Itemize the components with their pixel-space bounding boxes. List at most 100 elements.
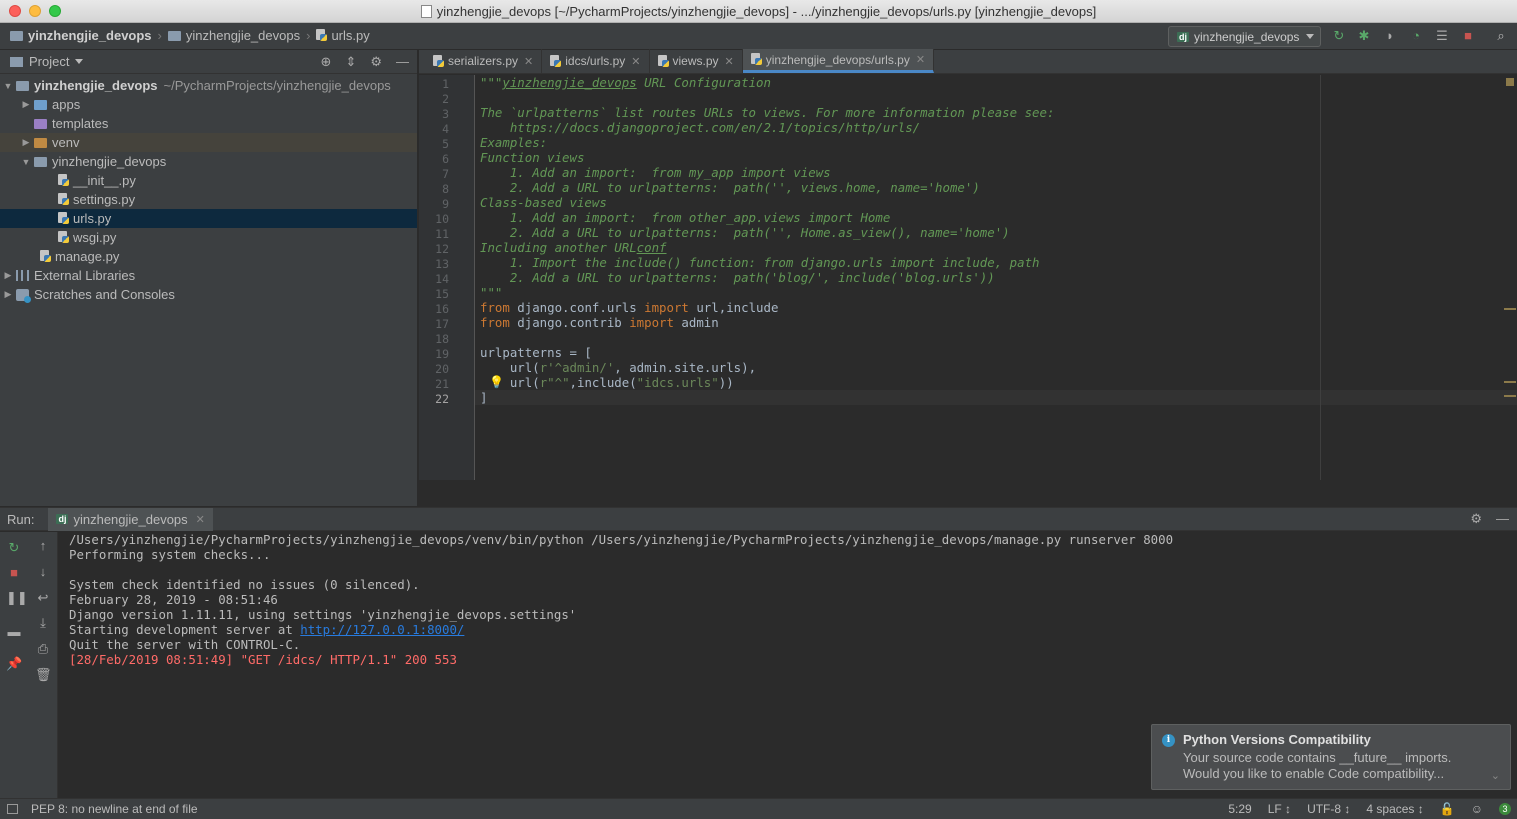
tree-item-label: wsgi.py <box>73 230 117 245</box>
tab-serializers[interactable]: serializers.py ✕ <box>425 49 543 73</box>
line-number: 7 <box>442 167 449 181</box>
chevron-down-icon[interactable]: ⌄ <box>1491 769 1500 782</box>
print-icon[interactable]: ⎙ <box>35 641 51 657</box>
run-configuration-select[interactable]: dj yinzhengjie_devops <box>1168 26 1321 47</box>
line-number: 9 <box>442 197 449 211</box>
tree-item-project-root[interactable]: ▼ yinzhengjie_devops ~/PycharmProjects/y… <box>0 76 417 95</box>
code-line: urlpatterns = [ <box>480 345 592 360</box>
python-file-icon <box>433 54 444 68</box>
concurrency-diagram-icon[interactable]: ☰ <box>1435 29 1449 43</box>
breadcrumb-project[interactable]: yinzhengjie_devops <box>10 28 152 43</box>
tab-views[interactable]: views.py ✕ <box>650 49 743 73</box>
debug-bug-icon[interactable]: ✱ <box>1357 29 1371 43</box>
library-icon <box>16 270 29 281</box>
collapse-all-icon[interactable]: ⇕ <box>345 54 356 70</box>
expanded-arrow-icon[interactable]: ▼ <box>2 81 14 91</box>
tab-project-urls[interactable]: yinzhengjie_devops/urls.py ✕ <box>742 49 935 73</box>
pause-icon[interactable]: ❚❚ <box>6 590 28 606</box>
profile-icon[interactable]: ◔ <box>1409 29 1423 43</box>
scrollbar-warning-marker[interactable] <box>1504 395 1516 397</box>
code-line: Including another URLconf <box>480 240 667 255</box>
pin-icon[interactable]: 📌 <box>6 656 22 672</box>
code-line: 2. Add a URL to urlpatterns: path('blog/… <box>480 270 995 285</box>
locate-file-icon[interactable]: ⊕ <box>321 54 332 70</box>
scroll-to-end-icon[interactable]: ⤓ <box>35 615 51 631</box>
expanded-arrow-icon[interactable]: ▼ <box>20 157 32 167</box>
collapsed-arrow-icon[interactable]: ▶ <box>2 289 14 300</box>
stop-icon[interactable]: ■ <box>6 565 22 581</box>
code-line: https://docs.djangoproject.com/en/2.1/to… <box>480 120 921 135</box>
gear-icon[interactable]: ⚙ <box>1470 511 1482 527</box>
breadcrumb-package-label: yinzhengjie_devops <box>185 28 301 43</box>
breadcrumb-package[interactable]: yinzhengjie_devops <box>167 28 301 43</box>
layout-icon[interactable]: ▬ <box>6 624 22 640</box>
tree-item-urls[interactable]: urls.py <box>0 209 417 228</box>
breadcrumb-file[interactable]: urls.py <box>316 28 370 43</box>
project-tree: ▼ yinzhengjie_devops ~/PycharmProjects/y… <box>0 74 417 304</box>
scratches-icon <box>16 288 31 303</box>
inspection-status-icon[interactable] <box>1506 78 1514 86</box>
event-log-badge[interactable]: 3 <box>1499 803 1511 815</box>
tree-item-manage[interactable]: manage.py <box>0 247 417 266</box>
notification-balloon[interactable]: i Python Versions Compatibility Your sou… <box>1151 724 1511 790</box>
collapsed-arrow-icon[interactable]: ▶ <box>2 270 14 281</box>
hide-panel-icon[interactable]: — <box>396 54 409 70</box>
close-icon[interactable]: ✕ <box>725 55 734 68</box>
close-icon[interactable]: ✕ <box>631 55 640 68</box>
collapsed-arrow-icon[interactable]: ▶ <box>20 99 32 110</box>
caret-position[interactable]: 5:29 <box>1228 802 1251 816</box>
close-icon[interactable]: ✕ <box>524 55 533 68</box>
gear-icon[interactable]: ⚙ <box>370 54 382 70</box>
lock-icon[interactable]: 🔓 <box>1440 802 1455 816</box>
django-icon: dj <box>56 514 69 524</box>
tree-item-package[interactable]: ▼ yinzhengjie_devops <box>0 152 417 171</box>
folder-icon <box>167 30 181 41</box>
tree-item-scratches[interactable]: ▶ Scratches and Consoles <box>0 285 417 304</box>
collapsed-arrow-icon[interactable]: ▶ <box>20 137 32 148</box>
inspector-icon[interactable]: ☺ <box>1471 802 1483 816</box>
right-margin-guide <box>1320 75 1321 480</box>
indent-select[interactable]: 4 spaces ↕ <box>1366 802 1423 816</box>
tree-item-init[interactable]: __init__.py <box>0 171 417 190</box>
tree-item-wsgi[interactable]: wsgi.py <box>0 228 417 247</box>
scrollbar-warning-marker[interactable] <box>1504 308 1516 310</box>
python-file-icon <box>58 212 69 225</box>
line-number-gutter[interactable]: 1 2 3 4 5 6 7 8 9 10 11 12 13 14 15 16 1… <box>419 75 475 480</box>
search-icon[interactable]: ⌕ <box>1494 29 1508 43</box>
scrollbar-warning-marker[interactable] <box>1504 381 1516 383</box>
rerun-icon[interactable]: ↻ <box>1332 29 1346 43</box>
arrow-down-icon[interactable]: ↓ <box>35 564 51 580</box>
tree-item-apps[interactable]: ▶ apps <box>0 95 417 114</box>
project-panel-title: Project <box>29 54 70 69</box>
tool-windows-toggle-icon[interactable] <box>7 804 18 814</box>
trash-icon[interactable]: 🗑 <box>35 667 52 683</box>
soft-wrap-icon[interactable]: ↩ <box>35 590 51 606</box>
lightbulb-icon[interactable]: 💡 <box>489 375 504 389</box>
close-icon[interactable]: ✕ <box>916 53 925 66</box>
arrow-up-icon[interactable]: ↑ <box>35 538 51 554</box>
console-line: Starting development server at http://12… <box>69 622 465 637</box>
tree-item-templates[interactable]: templates <box>0 114 417 133</box>
hide-panel-icon[interactable]: — <box>1496 511 1509 527</box>
tree-item-external-libraries[interactable]: ▶ External Libraries <box>0 266 417 285</box>
tree-item-venv[interactable]: ▶ venv <box>0 133 417 152</box>
tree-item-settings[interactable]: settings.py <box>0 190 417 209</box>
close-icon[interactable]: ✕ <box>196 513 205 526</box>
server-url-link[interactable]: http://127.0.0.1:8000/ <box>300 622 464 637</box>
file-encoding-select[interactable]: UTF-8 ↕ <box>1307 802 1350 816</box>
tree-item-label: __init__.py <box>73 173 136 188</box>
console-output[interactable]: /Users/yinzhengjie/PycharmProjects/yinzh… <box>69 532 1173 667</box>
line-separator-select[interactable]: LF ↕ <box>1268 802 1291 816</box>
tab-run-config[interactable]: dj yinzhengjie_devops ✕ <box>48 507 213 531</box>
line-number: 17 <box>435 317 449 331</box>
run-with-coverage-icon[interactable]: ◗ <box>1383 29 1397 43</box>
tab-idcs-urls[interactable]: idcs/urls.py ✕ <box>542 49 650 73</box>
run-tab-label: yinzhengjie_devops <box>73 511 188 527</box>
code-area[interactable]: """yinzhengjie_devops URL Configuration … <box>475 75 1517 480</box>
console-line: /Users/yinzhengjie/PycharmProjects/yinzh… <box>69 532 1174 547</box>
rerun-icon[interactable]: ↻ <box>6 540 22 556</box>
project-panel-header[interactable]: Project ⊕ ⇕ ⚙ — <box>0 50 417 74</box>
stop-icon[interactable]: ■ <box>1461 29 1475 43</box>
notification-action-link[interactable]: Would you like to enable Code compatibil… <box>1183 766 1500 782</box>
